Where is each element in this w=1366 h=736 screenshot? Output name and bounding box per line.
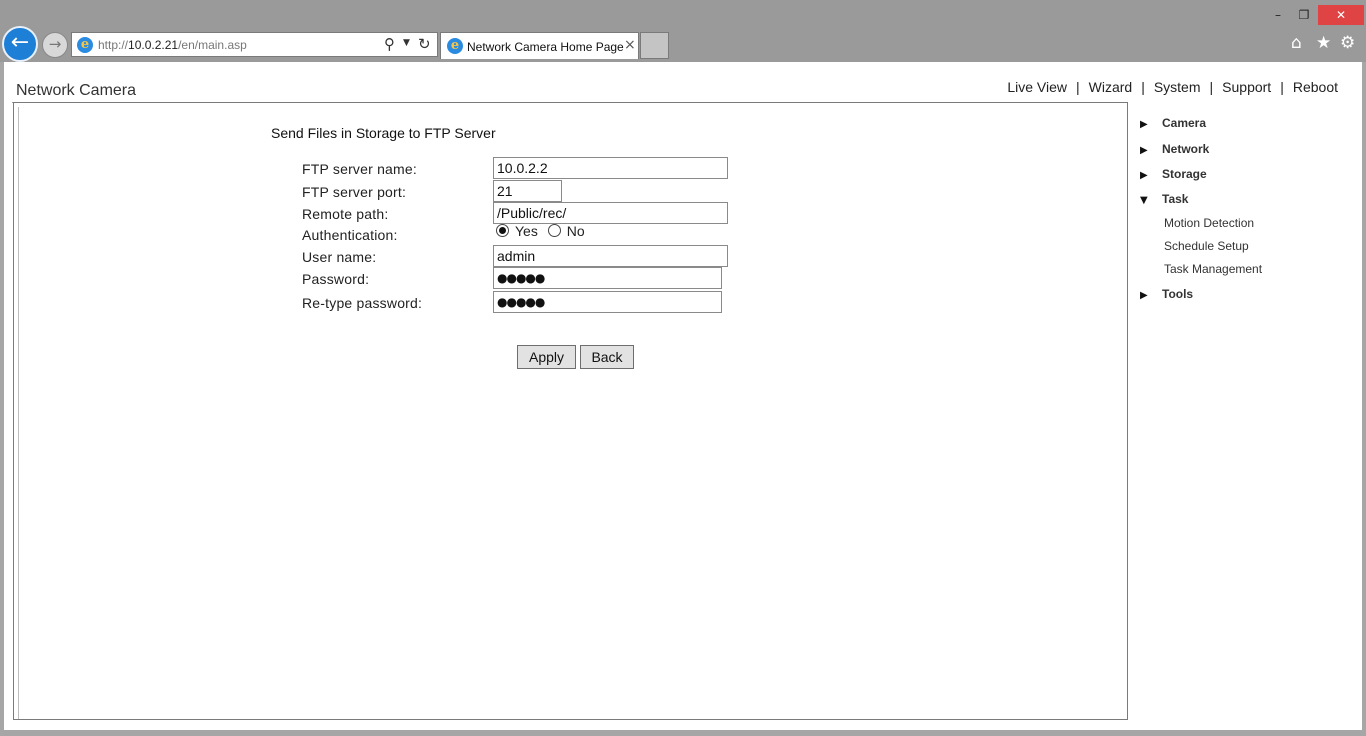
retype-password-input[interactable]: ●●●●●: [493, 291, 722, 313]
ie-logo-icon: e: [77, 37, 93, 53]
auth-yes-label: Yes: [515, 223, 538, 239]
content-panel: Send Files in Storage to FTP Server FTP …: [13, 102, 1128, 720]
sidebar-subitem-task-management[interactable]: Task Management: [1164, 262, 1262, 276]
back-button[interactable]: Back: [580, 345, 634, 369]
user-name-input[interactable]: admin: [493, 245, 728, 267]
nav-system[interactable]: System: [1154, 79, 1201, 95]
home-icon[interactable]: ⌂: [1291, 33, 1302, 53]
caret-right-icon: ▶: [1140, 290, 1148, 301]
caret-right-icon: ▶: [1140, 119, 1148, 130]
auth-no-radio[interactable]: [547, 224, 561, 237]
top-navigation: Live View | Wizard | System | Support | Reboot: [1007, 79, 1338, 95]
sidebar-subitem-schedule-setup[interactable]: Schedule Setup: [1164, 239, 1249, 253]
ie-logo-icon: e: [447, 38, 463, 54]
back-arrow-icon[interactable]: ←: [2, 26, 38, 62]
nav-separator: |: [1280, 79, 1284, 95]
maximize-button[interactable]: ❐: [1292, 5, 1316, 25]
sidebar-item-network[interactable]: ▶ Network: [1140, 142, 1209, 156]
remote-path-input[interactable]: /Public/rec/: [493, 202, 728, 224]
ftp-server-port-label: FTP server port:: [302, 184, 407, 200]
ftp-server-name-label: FTP server name:: [302, 161, 417, 177]
sidebar-item-task[interactable]: ▼ Task: [1140, 192, 1188, 206]
apply-button[interactable]: Apply: [517, 345, 576, 369]
caret-right-icon: ▶: [1140, 145, 1148, 156]
auth-no-label: No: [566, 223, 585, 239]
brand-title: Network Camera: [16, 82, 137, 99]
remote-path-label: Remote path:: [302, 206, 389, 222]
sidebar-item-label: Storage: [1162, 167, 1207, 181]
nav-support[interactable]: Support: [1222, 79, 1271, 95]
close-tab-icon[interactable]: ×: [624, 37, 636, 53]
nav-wizard[interactable]: Wizard: [1089, 79, 1133, 95]
browser-chrome: – ❐ ✕ ← → e http://10.0.2.21/en/main.asp…: [0, 0, 1366, 62]
settings-gear-icon[interactable]: ⚙: [1340, 33, 1355, 53]
chevron-down-icon[interactable]: ▼: [403, 38, 410, 48]
nav-separator: |: [1209, 79, 1214, 95]
sidebar-item-storage[interactable]: ▶ Storage: [1140, 167, 1207, 181]
close-window-button[interactable]: ✕: [1318, 5, 1364, 25]
nav-live-view[interactable]: Live View: [1007, 79, 1067, 95]
new-tab-button[interactable]: [640, 32, 669, 59]
sidebar-subitem-motion-detection[interactable]: Motion Detection: [1164, 216, 1254, 230]
sidebar-item-tools[interactable]: ▶ Tools: [1140, 287, 1193, 301]
authentication-label: Authentication:: [302, 227, 398, 243]
search-icon[interactable]: ⚲: [384, 35, 395, 53]
user-name-label: User name:: [302, 249, 377, 265]
page: Network Camera Live View | Wizard | System | S…: [0, 62, 1366, 736]
caret-right-icon: ▶: [1140, 170, 1148, 181]
sidebar-item-label: Tools: [1162, 287, 1194, 301]
minimize-button[interactable]: –: [1266, 5, 1290, 25]
address-url[interactable]: http://10.0.2.21/en/main.asp: [98, 38, 247, 52]
ftp-server-port-input[interactable]: 21: [493, 180, 562, 202]
nav-separator: |: [1141, 79, 1145, 95]
browser-tab[interactable]: e Network Camera Home Page ×: [440, 32, 639, 59]
authentication-radio-group: Yes No: [496, 223, 591, 239]
ftp-server-name-input[interactable]: 10.0.2.2: [493, 157, 728, 179]
form-title: Send Files in Storage to FTP Server: [271, 125, 496, 141]
sidebar-item-label: Camera: [1162, 116, 1207, 130]
auth-yes-radio[interactable]: [496, 224, 509, 237]
nav-separator: |: [1075, 79, 1080, 95]
password-input[interactable]: ●●●●●: [493, 267, 722, 289]
caret-down-icon: ▼: [1140, 195, 1148, 206]
refresh-icon[interactable]: ↻: [418, 35, 431, 53]
sidebar-item-label: Task: [1162, 192, 1189, 206]
tab-title: Network Camera Home Page: [467, 40, 624, 54]
sidebar-item-camera[interactable]: ▶ Camera: [1140, 116, 1206, 130]
nav-reboot[interactable]: Reboot: [1293, 79, 1338, 95]
password-label: Password:: [302, 271, 370, 287]
retype-password-label: Re-type password:: [302, 295, 423, 311]
sidebar-item-label: Network: [1162, 142, 1210, 156]
forward-arrow-icon[interactable]: →: [42, 32, 68, 58]
content-frame: Send Files in Storage to FTP Server FTP …: [18, 107, 1127, 719]
address-bar[interactable]: e http://10.0.2.21/en/main.asp ⚲ ▼ ↻: [71, 32, 438, 57]
favorites-star-icon[interactable]: ★: [1316, 33, 1331, 53]
